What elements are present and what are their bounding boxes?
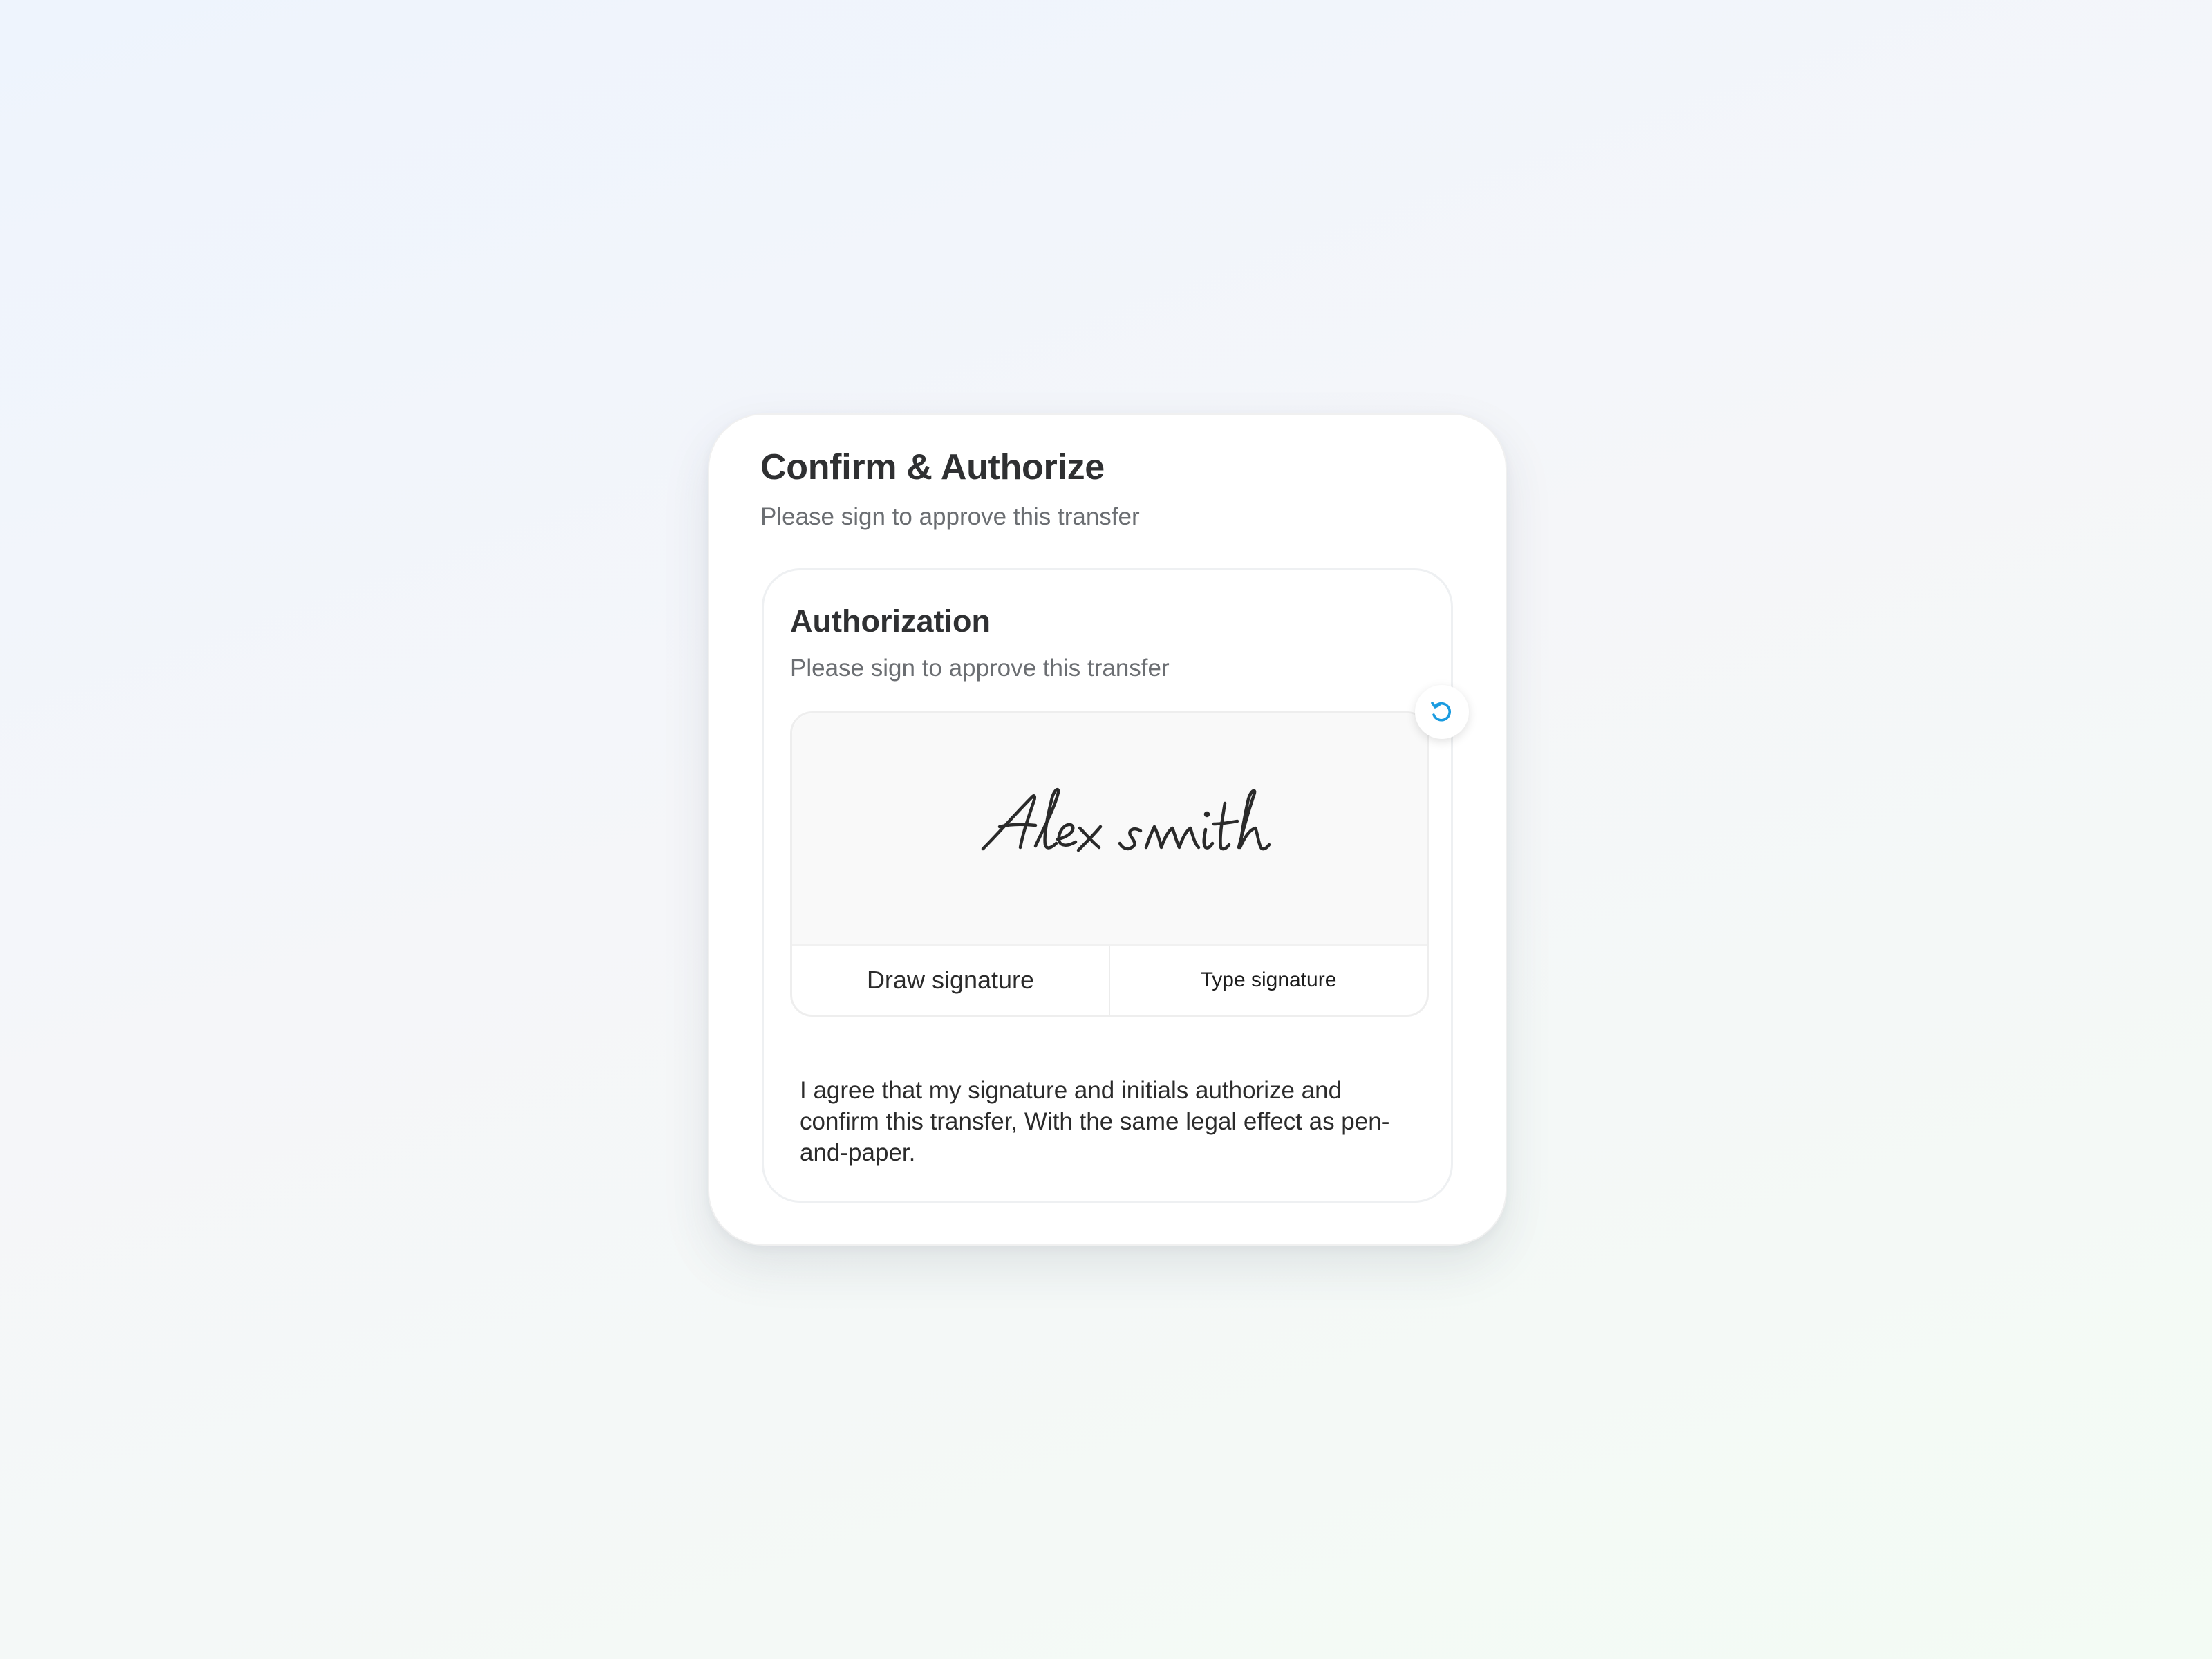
signature-pad: Draw signature Type signature	[790, 711, 1429, 1017]
reset-signature-button[interactable]	[1415, 685, 1469, 739]
authorization-card: Authorization Please sign to approve thi…	[762, 568, 1469, 1203]
dialog-subtitle: Please sign to approve this transfer	[760, 503, 1140, 530]
type-signature-tab[interactable]: Type signature	[1110, 946, 1427, 1015]
authorization-subtitle: Please sign to approve this transfer	[790, 655, 1170, 682]
reset-icon	[1431, 702, 1451, 722]
confirm-authorize-dialog: Confirm & Authorize Please sign to appro…	[708, 413, 1507, 1246]
signature-mode-tabs: Draw signature Type signature	[792, 944, 1427, 1015]
signature-drawing	[981, 788, 1271, 852]
draw-signature-tab[interactable]: Draw signature	[792, 946, 1110, 1015]
agreement-text: I agree that my signature and initials a…	[800, 1077, 1390, 1166]
dialog-title: Confirm & Authorize	[760, 447, 1105, 487]
authorization-title: Authorization	[790, 603, 991, 639]
signature-canvas[interactable]	[792, 713, 1427, 946]
